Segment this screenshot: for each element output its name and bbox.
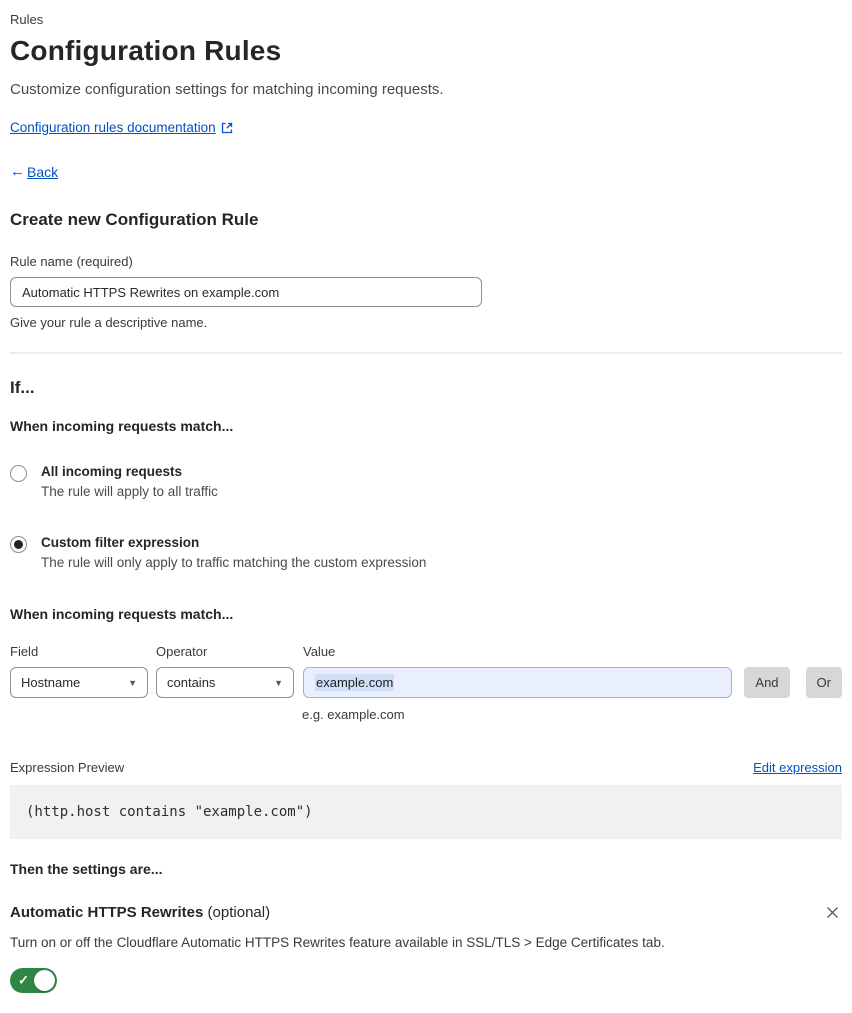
expression-preview-code: (http.host contains "example.com") bbox=[10, 785, 842, 839]
close-icon bbox=[827, 907, 838, 918]
setting-optional-label: (optional) bbox=[207, 904, 271, 921]
and-button[interactable]: And bbox=[744, 667, 790, 698]
check-icon: ✓ bbox=[18, 972, 29, 988]
radio-label: Custom filter expression bbox=[41, 535, 200, 550]
radio-description: The rule will only apply to traffic matc… bbox=[41, 555, 427, 570]
field-select-value: Hostname bbox=[21, 675, 81, 690]
section-divider bbox=[10, 352, 842, 354]
if-heading: If... bbox=[10, 378, 35, 397]
radio-description: The rule will apply to all traffic bbox=[41, 484, 218, 499]
automatic-https-rewrites-toggle[interactable]: ✓ bbox=[10, 968, 57, 993]
operator-select[interactable]: contains ▼ bbox=[156, 667, 294, 698]
toggle-knob bbox=[34, 970, 55, 991]
radio-custom-filter-expression[interactable]: Custom filter expression The rule will o… bbox=[10, 535, 842, 570]
page-subtitle: Customize configuration settings for mat… bbox=[10, 81, 444, 98]
chevron-down-icon: ▼ bbox=[128, 677, 137, 688]
chevron-down-icon: ▼ bbox=[274, 677, 283, 688]
value-input-text: example.com bbox=[315, 674, 395, 691]
back-link[interactable]: Back bbox=[27, 164, 58, 180]
page-title: Configuration Rules bbox=[10, 35, 282, 66]
radio-all-incoming-requests[interactable]: All incoming requests The rule will appl… bbox=[10, 464, 842, 499]
radio-label: All incoming requests bbox=[41, 464, 183, 479]
back-arrow-icon: ← bbox=[10, 163, 25, 180]
value-input[interactable]: example.com bbox=[303, 667, 733, 698]
value-label: Value bbox=[303, 644, 336, 659]
rule-name-help: Give your rule a descriptive name. bbox=[10, 315, 208, 330]
field-select[interactable]: Hostname ▼ bbox=[10, 667, 148, 698]
configuration-rules-page: Rules Configuration Rules Customize conf… bbox=[0, 0, 852, 1013]
setting-description: Turn on or off the Cloudflare Automatic … bbox=[10, 935, 665, 950]
breadcrumb: Rules bbox=[10, 12, 44, 27]
operator-label: Operator bbox=[156, 644, 208, 659]
then-settings-heading: Then the settings are... bbox=[10, 861, 163, 877]
external-link-icon bbox=[221, 122, 233, 134]
or-button[interactable]: Or bbox=[805, 667, 842, 698]
value-hint: e.g. example.com bbox=[302, 707, 405, 722]
rule-name-input[interactable] bbox=[10, 277, 482, 307]
operator-select-value: contains bbox=[167, 675, 216, 690]
radio-unselected-icon[interactable] bbox=[10, 465, 27, 482]
radio-selected-icon[interactable] bbox=[10, 536, 27, 553]
setting-title: Automatic HTTPS Rewrites bbox=[10, 904, 204, 921]
edit-expression-link[interactable]: Edit expression bbox=[753, 760, 842, 775]
rule-name-label: Rule name (required) bbox=[10, 254, 133, 269]
expression-builder-heading: When incoming requests match... bbox=[10, 606, 234, 622]
field-label: Field bbox=[10, 644, 39, 659]
documentation-link[interactable]: Configuration rules documentation bbox=[10, 120, 216, 135]
expression-preview-label: Expression Preview bbox=[10, 760, 125, 775]
create-rule-heading: Create new Configuration Rule bbox=[10, 210, 259, 229]
match-type-heading: When incoming requests match... bbox=[10, 418, 234, 434]
